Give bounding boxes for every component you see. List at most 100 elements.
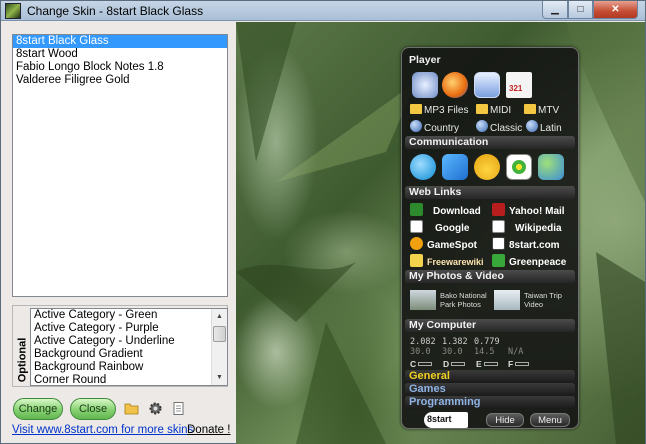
realplayer-icon[interactable]: [412, 72, 438, 98]
drive-f[interactable]: F: [508, 359, 530, 369]
skin-list[interactable]: 8start Black Glass 8start Wood Fabio Lon…: [12, 34, 228, 297]
skin-list-item[interactable]: 8start Black Glass: [13, 35, 227, 48]
folder-icon[interactable]: [124, 401, 139, 416]
close-window-button[interactable]: ✕: [593, 1, 638, 19]
change-button[interactable]: Change: [13, 398, 63, 420]
tab-games[interactable]: Games: [409, 383, 446, 395]
optional-list[interactable]: Active Category - Green Active Category …: [30, 308, 228, 386]
yahoo-messenger-icon[interactable]: [474, 154, 500, 180]
gear-icon[interactable]: [148, 401, 163, 416]
tab-programming[interactable]: Programming: [409, 396, 481, 408]
optional-item[interactable]: Background Gradient: [31, 348, 227, 361]
donate-link[interactable]: Donate !: [187, 424, 230, 436]
drive-bar: [483, 362, 498, 366]
scroll-up-icon[interactable]: ▲: [212, 309, 227, 324]
google-link[interactable]: Google: [410, 220, 469, 234]
taiwan-video-link[interactable]: Taiwan Trip Video: [524, 291, 562, 309]
gamespot-link[interactable]: GameSpot: [410, 237, 477, 251]
radio-icon: [526, 120, 538, 132]
yahoo-mail-link[interactable]: Yahoo! Mail: [492, 203, 565, 217]
photo-thumbnail[interactable]: [410, 290, 436, 310]
optional-scrollbar[interactable]: ▲ ▼: [211, 309, 227, 385]
photos-heading: My Photos & Video: [409, 270, 504, 282]
drive-bar: [515, 362, 530, 366]
cpu-metric: 2.082: [410, 337, 436, 347]
tab-general[interactable]: General: [409, 370, 450, 382]
mtv-link[interactable]: MTV: [524, 104, 559, 116]
pencil-icon: [410, 254, 423, 267]
radio-country-link[interactable]: Country: [410, 120, 459, 134]
player-heading: Player: [409, 54, 441, 66]
cpu-metric: 1.382: [442, 337, 468, 347]
skin-list-item[interactable]: Fabio Longo Block Notes 1.8: [13, 61, 227, 74]
8start-link[interactable]: 8start.com: [492, 237, 560, 251]
drive-e[interactable]: E: [476, 359, 498, 369]
wikipedia-link[interactable]: Wikipedia: [492, 220, 562, 234]
folder-icon: [476, 104, 488, 114]
drive-c[interactable]: C: [410, 359, 433, 369]
skype-icon[interactable]: [410, 154, 436, 180]
change-skin-window: Change Skin - 8start Black Glass ▁ □ ✕ 8…: [0, 0, 646, 444]
bako-photos-link[interactable]: Bako National Park Photos: [440, 291, 487, 309]
mp3-files-link[interactable]: MP3 Files: [410, 104, 468, 116]
greenpeace-link[interactable]: Greenpeace: [492, 254, 566, 268]
midi-link[interactable]: MIDI: [476, 104, 511, 116]
mem-metric: N/A: [508, 347, 524, 357]
maximize-button[interactable]: □: [568, 1, 593, 19]
video-thumbnail[interactable]: [494, 290, 520, 310]
download-link[interactable]: Download: [410, 203, 481, 217]
wikipedia-icon: [492, 220, 505, 233]
drive-bar: [451, 362, 466, 366]
skin-preview: Player 321 MP3 Files MIDI MTV Country Cl…: [236, 22, 645, 444]
title-bar: Change Skin - 8start Black Glass ▁ □ ✕: [1, 1, 645, 21]
messenger-sync-icon[interactable]: [442, 154, 468, 180]
computer-heading: My Computer: [409, 319, 477, 331]
close-button[interactable]: Close: [70, 398, 116, 420]
scroll-down-icon[interactable]: ▼: [212, 370, 227, 385]
notes-icon[interactable]: [171, 401, 186, 416]
optional-item[interactable]: Active Category - Green: [31, 309, 227, 322]
visit-8start-link[interactable]: Visit www.8start.com for more skins: [12, 424, 193, 436]
greenpeace-icon: [492, 254, 505, 267]
freewarewiki-link[interactable]: Freewarewiki: [410, 254, 484, 267]
calendar-icon[interactable]: 321: [506, 72, 532, 98]
folder-icon: [410, 104, 422, 114]
msn-icon[interactable]: [538, 154, 564, 180]
radio-latin-link[interactable]: Latin: [526, 120, 562, 134]
weblinks-heading: Web Links: [409, 186, 462, 198]
mem-metric: 14.5: [474, 347, 495, 357]
optional-item[interactable]: Active Category - Underline: [31, 335, 227, 348]
hide-button[interactable]: Hide: [486, 413, 524, 427]
folder-icon: [524, 104, 536, 114]
optional-panel: Optional Active Category - Green Active …: [12, 305, 228, 387]
radio-icon: [410, 120, 422, 132]
mem-metric: 30.0: [442, 347, 463, 357]
drive-d[interactable]: D: [443, 359, 466, 369]
8start-icon: [492, 237, 505, 250]
optional-item[interactable]: Background Rainbow: [31, 361, 227, 374]
radio-classic-link[interactable]: Classic: [476, 120, 522, 134]
download-icon: [410, 203, 423, 216]
optional-item[interactable]: Corner Round: [31, 374, 227, 385]
8start-logo[interactable]: 8start: [424, 412, 468, 428]
yahoo-mail-icon: [492, 203, 505, 216]
google-icon: [410, 220, 423, 233]
mem-metric: 30.0: [410, 347, 431, 357]
start-panel: Player 321 MP3 Files MIDI MTV Country Cl…: [401, 47, 579, 429]
icq-icon[interactable]: [506, 154, 532, 180]
skin-list-item[interactable]: Valderee Filigree Gold: [13, 74, 227, 87]
window-title: Change Skin - 8start Black Glass: [27, 4, 204, 18]
radio-icon: [476, 120, 488, 132]
gamespot-icon: [410, 237, 423, 250]
menu-button[interactable]: Menu: [530, 413, 570, 427]
scroll-thumb[interactable]: [213, 326, 226, 342]
icq-flower-icon: [512, 160, 526, 174]
app-icon: [5, 3, 21, 19]
media-player-icon[interactable]: [442, 72, 468, 98]
cpu-metric: 0.779: [474, 337, 500, 347]
speaker-icon[interactable]: [474, 72, 500, 98]
optional-item[interactable]: Active Category - Purple: [31, 322, 227, 335]
drive-bar: [418, 362, 433, 366]
minimize-button[interactable]: ▁: [542, 1, 568, 19]
skin-list-item[interactable]: 8start Wood: [13, 48, 227, 61]
